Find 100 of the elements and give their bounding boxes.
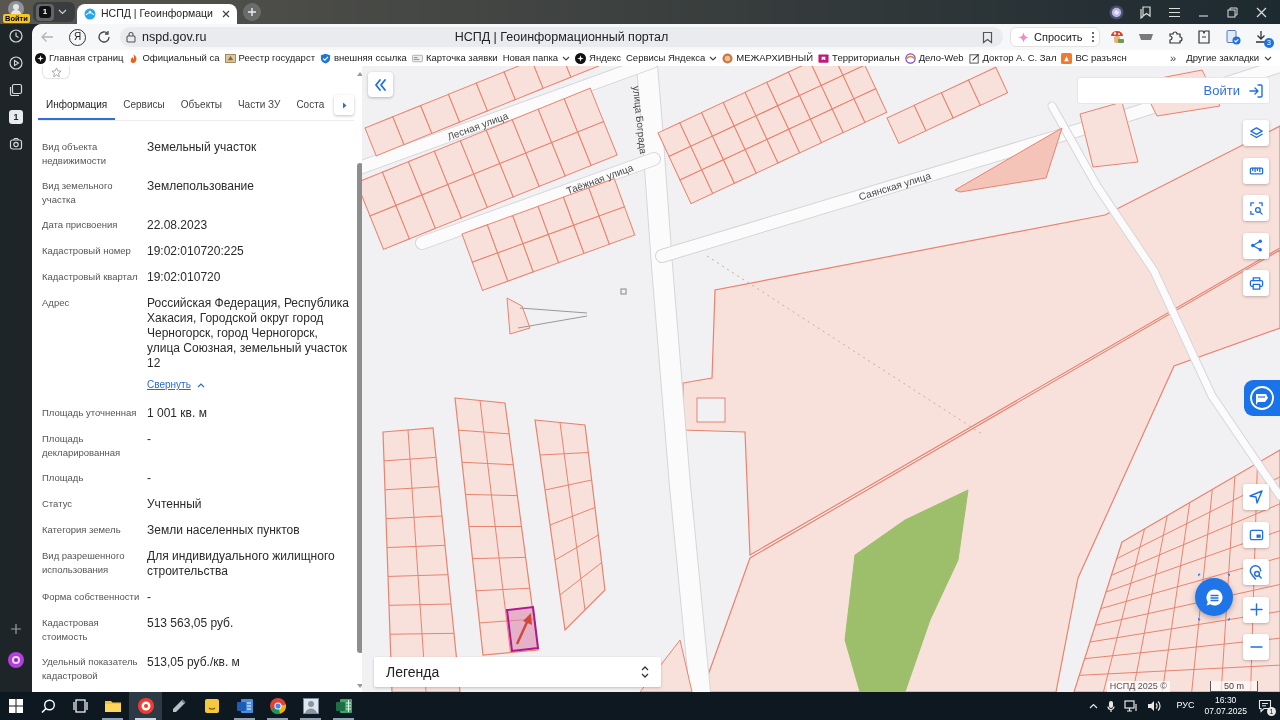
- collapse-link[interactable]: Свернуть: [147, 379, 205, 391]
- scroll-down-icon[interactable]: [357, 684, 362, 688]
- login-button[interactable]: Войти: [1077, 77, 1270, 104]
- field-label: Вид земельного участка: [42, 179, 114, 207]
- layers-button[interactable]: [1243, 120, 1269, 146]
- task-view-icon[interactable]: [72, 699, 88, 713]
- scroll-tabs-button[interactable]: [334, 95, 355, 115]
- star-icon: [50, 67, 62, 78]
- zoom-in-button[interactable]: [1243, 596, 1269, 623]
- play-icon[interactable]: [9, 56, 23, 70]
- bookmark-link[interactable]: Карточка заявки: [411, 50, 498, 66]
- panel-tab[interactable]: Части ЗУ: [229, 90, 289, 120]
- bookmark-link[interactable]: Доктор А. С. Зал: [968, 50, 1057, 66]
- account-icon[interactable]: [1109, 4, 1124, 20]
- boundary-line: [517, 307, 588, 329]
- tab-group-button[interactable]: 1: [33, 2, 75, 22]
- collapse-panel-button[interactable]: [368, 72, 393, 97]
- collections-icon[interactable]: [9, 83, 23, 97]
- field-label: Дата присвоения: [42, 218, 119, 232]
- clock-button[interactable]: 16:30 07.07.2025: [1199, 695, 1252, 717]
- new-tab-button[interactable]: [242, 3, 261, 21]
- login-icon: [1249, 83, 1263, 98]
- chevron-up-icon[interactable]: [1089, 703, 1099, 709]
- microphone-icon[interactable]: [1107, 699, 1116, 713]
- browser-tab[interactable]: НСПД | Геоинформаци: [77, 4, 237, 24]
- caret-down-icon: [562, 55, 571, 61]
- field-value: Земли населенных пунктов: [147, 523, 301, 538]
- bookmark-icon[interactable]: [982, 30, 993, 44]
- assistant-icon[interactable]: [8, 652, 24, 668]
- sidebar-app-button[interactable]: 1: [9, 110, 23, 124]
- bookmark-link[interactable]: Территориальн: [818, 50, 900, 66]
- plus-icon: [1249, 603, 1263, 616]
- bookmarks-icon[interactable]: [1138, 5, 1153, 19]
- ruler-button[interactable]: [1243, 157, 1269, 184]
- field-label: Кадастровый номер: [42, 244, 132, 258]
- scrollbar-thumb[interactable]: [357, 163, 362, 653]
- bookmark-folder[interactable]: Другие закладки: [1186, 50, 1272, 66]
- search-location-button[interactable]: [1243, 559, 1269, 585]
- bookmark-link[interactable]: Яндекс: [575, 50, 621, 66]
- share-icon: [1248, 238, 1264, 253]
- selected-parcel[interactable]: [505, 605, 540, 653]
- profile-picture-icon: [301, 697, 320, 715]
- panel-tab[interactable]: Объекты: [172, 90, 230, 120]
- lock-icon[interactable]: [126, 31, 136, 43]
- volume-icon[interactable]: [1147, 700, 1162, 712]
- bookmark-link[interactable]: МЕЖАРХИВНЫЙ: [722, 50, 814, 66]
- extension-icon[interactable]: [1196, 29, 1212, 45]
- caret-down-icon: [709, 55, 718, 61]
- history-icon[interactable]: [9, 29, 23, 43]
- notification-icon[interactable]: [1258, 699, 1272, 713]
- plus-icon[interactable]: [10, 623, 22, 635]
- bookmark-link[interactable]: ВС разъясн: [1061, 50, 1127, 66]
- locate-button[interactable]: [1243, 484, 1269, 510]
- windows-icon[interactable]: [9, 699, 23, 713]
- field-value: 19:02:010720:225: [147, 244, 245, 259]
- minimap-icon: [1248, 528, 1264, 541]
- extension-icon[interactable]: [1138, 33, 1154, 41]
- taskbar-app-button[interactable]: [129, 692, 162, 720]
- bookmark-folder[interactable]: Новая папка: [502, 50, 571, 66]
- direction-arrow-icon: [515, 613, 532, 645]
- more-bookmarks-button[interactable]: »: [1170, 49, 1177, 67]
- field-label: Вид разрешенного использования: [42, 549, 126, 577]
- field-value: Российская Федерация, Республика Хакасия, Городской округ город Черногорск, город Черногорск, улица Союзная, земельный участок 12: [147, 296, 350, 371]
- up-down-chevron-icon: [641, 666, 649, 678]
- more-vertical-icon[interactable]: [1091, 31, 1095, 43]
- ask-button[interactable]: Спросить: [1010, 27, 1100, 47]
- scale-bar: 50 m: [1210, 681, 1258, 692]
- restore-icon[interactable]: [1227, 6, 1238, 18]
- legend-dropdown[interactable]: Легенда: [374, 657, 661, 687]
- area-select-button[interactable]: [1243, 195, 1269, 221]
- field-label: Удельный показатель кадастровой: [42, 655, 139, 683]
- network-icon[interactable]: [1124, 700, 1139, 712]
- field-label: Статус: [42, 497, 74, 511]
- reload-icon[interactable]: [97, 30, 111, 44]
- panel-tab[interactable]: Соста: [288, 90, 333, 120]
- panel-tab[interactable]: Информация: [38, 90, 116, 120]
- close-icon[interactable]: [221, 10, 230, 18]
- menu-icon[interactable]: [1168, 6, 1181, 18]
- zoom-out-button[interactable]: [1243, 634, 1269, 660]
- scroll-up-icon[interactable]: [357, 72, 362, 76]
- mushroom-icon[interactable]: [1109, 29, 1125, 45]
- puzzle-icon[interactable]: [1167, 29, 1183, 45]
- camera-icon[interactable]: [9, 137, 23, 151]
- share-button[interactable]: [1243, 232, 1269, 259]
- panel-tab[interactable]: Сервисы: [115, 90, 173, 120]
- minimize-icon[interactable]: [1198, 15, 1209, 17]
- bookmark-folder[interactable]: Сервисы Яндекса: [626, 50, 718, 66]
- bookmark-link[interactable]: Главная страниц: [35, 50, 124, 66]
- feedback-tab-button[interactable]: [1244, 380, 1280, 416]
- minimap-button[interactable]: [1243, 521, 1269, 548]
- bookmark-link[interactable]: Дело-Web: [904, 50, 964, 66]
- bookmark-link[interactable]: Реестр государст: [224, 50, 315, 66]
- document-check-icon[interactable]: [1225, 29, 1241, 45]
- bookmark-link[interactable]: Официальный са: [128, 50, 220, 66]
- language-indicator[interactable]: РУС: [1171, 699, 1200, 713]
- address-field[interactable]: nspd.gov.ru НСПД | Геоинформационный портал: [120, 27, 1003, 47]
- bookmark-link[interactable]: внешняя ссылка: [320, 50, 407, 66]
- ruler-icon: [1248, 166, 1264, 175]
- search-icon[interactable]: [40, 698, 56, 714]
- print-button[interactable]: [1243, 270, 1269, 296]
